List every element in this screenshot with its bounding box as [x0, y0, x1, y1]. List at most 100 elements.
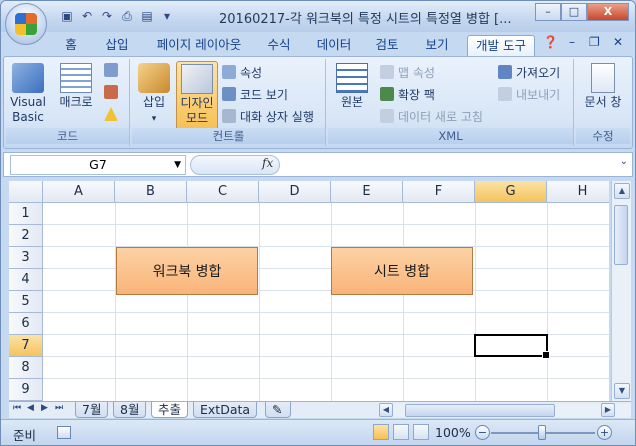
zoom-slider-knob[interactable]	[538, 425, 546, 440]
help-icon[interactable]: ❓	[543, 35, 558, 49]
export-button[interactable]: 내보내기	[498, 87, 560, 103]
vertical-scrollbar[interactable]: ▲ ▼	[611, 181, 631, 401]
column-header-h[interactable]: H	[547, 181, 609, 203]
macro-security-button[interactable]	[104, 107, 122, 123]
selected-cell-g7[interactable]	[474, 334, 550, 359]
page-layout-view-icon[interactable]	[393, 424, 409, 440]
sheet-tab-extract[interactable]: 추출	[151, 402, 189, 418]
zoom-out-icon[interactable]: −	[475, 425, 490, 440]
save-icon[interactable]: ▣	[59, 8, 75, 24]
formula-bar: G7 ▼ fx ⌄	[3, 152, 633, 177]
merge-workbook-button[interactable]: 워크북 병합	[116, 247, 258, 295]
tab-developer[interactable]: 개발 도구	[467, 35, 535, 56]
zoom-level[interactable]: 100%	[435, 425, 471, 440]
row-header-9[interactable]: 9	[9, 379, 43, 401]
insert-function-icon[interactable]: fx	[262, 156, 273, 170]
name-box-dropdown-icon[interactable]: ▼	[174, 156, 181, 174]
office-button[interactable]	[5, 3, 47, 45]
next-sheet-icon[interactable]: ▶	[41, 403, 48, 413]
properties-button[interactable]: 속성	[222, 65, 262, 81]
row-header-2[interactable]: 2	[9, 225, 43, 247]
tab-page-layout[interactable]: 페이지 레이아웃	[147, 35, 251, 56]
tab-view[interactable]: 보기	[415, 35, 459, 56]
tab-insert[interactable]: 삽입	[95, 35, 139, 56]
group-label-code: 코드	[6, 128, 129, 144]
row-header-4[interactable]: 4	[9, 269, 43, 291]
scroll-up-icon[interactable]: ▲	[614, 183, 630, 199]
view-code-button[interactable]: 코드 보기	[222, 87, 288, 103]
qat-dropdown-icon[interactable]: ▾	[159, 8, 175, 24]
row-header-1[interactable]: 1	[9, 203, 43, 225]
macro-button[interactable]: 매크로	[56, 63, 96, 110]
merge-sheet-button[interactable]: 시트 병합	[331, 247, 473, 295]
horizontal-scrollbar[interactable]: ◀ ▶	[379, 403, 631, 417]
visual-basic-button[interactable]: Visual Basic	[8, 63, 48, 125]
normal-view-icon[interactable]	[373, 424, 389, 440]
visual-basic-icon	[12, 63, 44, 93]
worksheet-grid[interactable]: A B C D E F G H 1 2 3 4 5 6 7 8 9 워크북 병합…	[9, 181, 609, 401]
warning-icon	[104, 107, 118, 121]
tab-data[interactable]: 데이터	[309, 35, 359, 56]
print-preview-icon[interactable]: ⎙	[119, 8, 135, 24]
sheet-tab-august[interactable]: 8월	[113, 402, 147, 418]
undo-icon[interactable]: ↶	[79, 8, 95, 24]
run-dialog-button[interactable]: 대화 상자 실행	[222, 109, 314, 125]
select-all-corner[interactable]	[9, 181, 43, 203]
document-panel-button[interactable]: 문서 창	[582, 63, 624, 110]
scroll-right-icon[interactable]: ▶	[601, 403, 615, 417]
ribbon: Visual Basic 매크로 코드 삽입▾ 디자인 모드 속성 코드 보기	[3, 56, 633, 149]
design-mode-button[interactable]: 디자인 모드	[176, 61, 218, 131]
column-header-a[interactable]: A	[43, 181, 115, 203]
vertical-scroll-thumb[interactable]	[614, 205, 628, 265]
zoom-in-icon[interactable]: +	[597, 425, 612, 440]
formula-expand-icon[interactable]: ⌄	[620, 156, 628, 167]
redo-icon[interactable]: ↷	[99, 8, 115, 24]
refresh-data-button[interactable]: 데이터 새로 고침	[380, 109, 483, 125]
column-header-e[interactable]: E	[331, 181, 403, 203]
row-header-8[interactable]: 8	[9, 357, 43, 379]
sheet-tab-july[interactable]: 7월	[75, 402, 109, 418]
group-label-controls: 컨트롤	[132, 128, 325, 144]
formula-input[interactable]	[284, 155, 614, 175]
chart-icon[interactable]: ▤	[139, 8, 155, 24]
prev-sheet-icon[interactable]: ◀	[27, 403, 34, 413]
tab-formulas[interactable]: 수식	[259, 35, 299, 56]
gridline	[43, 224, 609, 225]
row-header-5[interactable]: 5	[9, 291, 43, 313]
expansion-packs-button[interactable]: 확장 팩	[380, 87, 435, 103]
ribbon-minimize-icon[interactable]: –	[569, 35, 575, 49]
maximize-button[interactable]: □	[561, 3, 587, 21]
row-header-3[interactable]: 3	[9, 247, 43, 269]
name-box[interactable]: G7 ▼	[10, 155, 186, 175]
row-header-6[interactable]: 6	[9, 313, 43, 335]
xml-source-button[interactable]: 원본	[332, 63, 372, 110]
column-header-d[interactable]: D	[259, 181, 331, 203]
macro-record-icon[interactable]	[57, 426, 71, 439]
insert-control-button[interactable]: 삽입 ▾	[134, 63, 174, 127]
last-sheet-icon[interactable]: ⏭	[55, 403, 63, 413]
row-header-7[interactable]: 7	[9, 335, 43, 357]
page-break-view-icon[interactable]	[413, 424, 429, 440]
gridline	[547, 203, 548, 401]
close-button[interactable]: X	[587, 3, 629, 21]
import-button[interactable]: 가져오기	[498, 65, 560, 81]
tab-home[interactable]: 홈	[55, 35, 87, 56]
ribbon-close-icon[interactable]: ✕	[613, 35, 623, 49]
ribbon-restore-icon[interactable]: ❐	[589, 35, 600, 49]
map-properties-button[interactable]: 맵 속성	[380, 65, 435, 81]
column-header-g[interactable]: G	[475, 181, 547, 203]
record-macro-button[interactable]	[104, 63, 122, 79]
column-header-c[interactable]: C	[187, 181, 259, 203]
gridline	[475, 203, 476, 401]
minimize-button[interactable]: –	[535, 3, 561, 21]
tab-review[interactable]: 검토	[367, 35, 407, 56]
scroll-down-icon[interactable]: ▼	[614, 383, 630, 399]
first-sheet-icon[interactable]: ⏮	[13, 403, 21, 413]
column-header-f[interactable]: F	[403, 181, 475, 203]
horizontal-scroll-thumb[interactable]	[405, 404, 555, 417]
insert-sheet-icon[interactable]: ✎	[265, 402, 291, 418]
column-header-b[interactable]: B	[115, 181, 187, 203]
sheet-tab-extdata[interactable]: ExtData	[193, 402, 258, 418]
relative-reference-button[interactable]	[104, 85, 122, 101]
scroll-left-icon[interactable]: ◀	[379, 403, 393, 417]
